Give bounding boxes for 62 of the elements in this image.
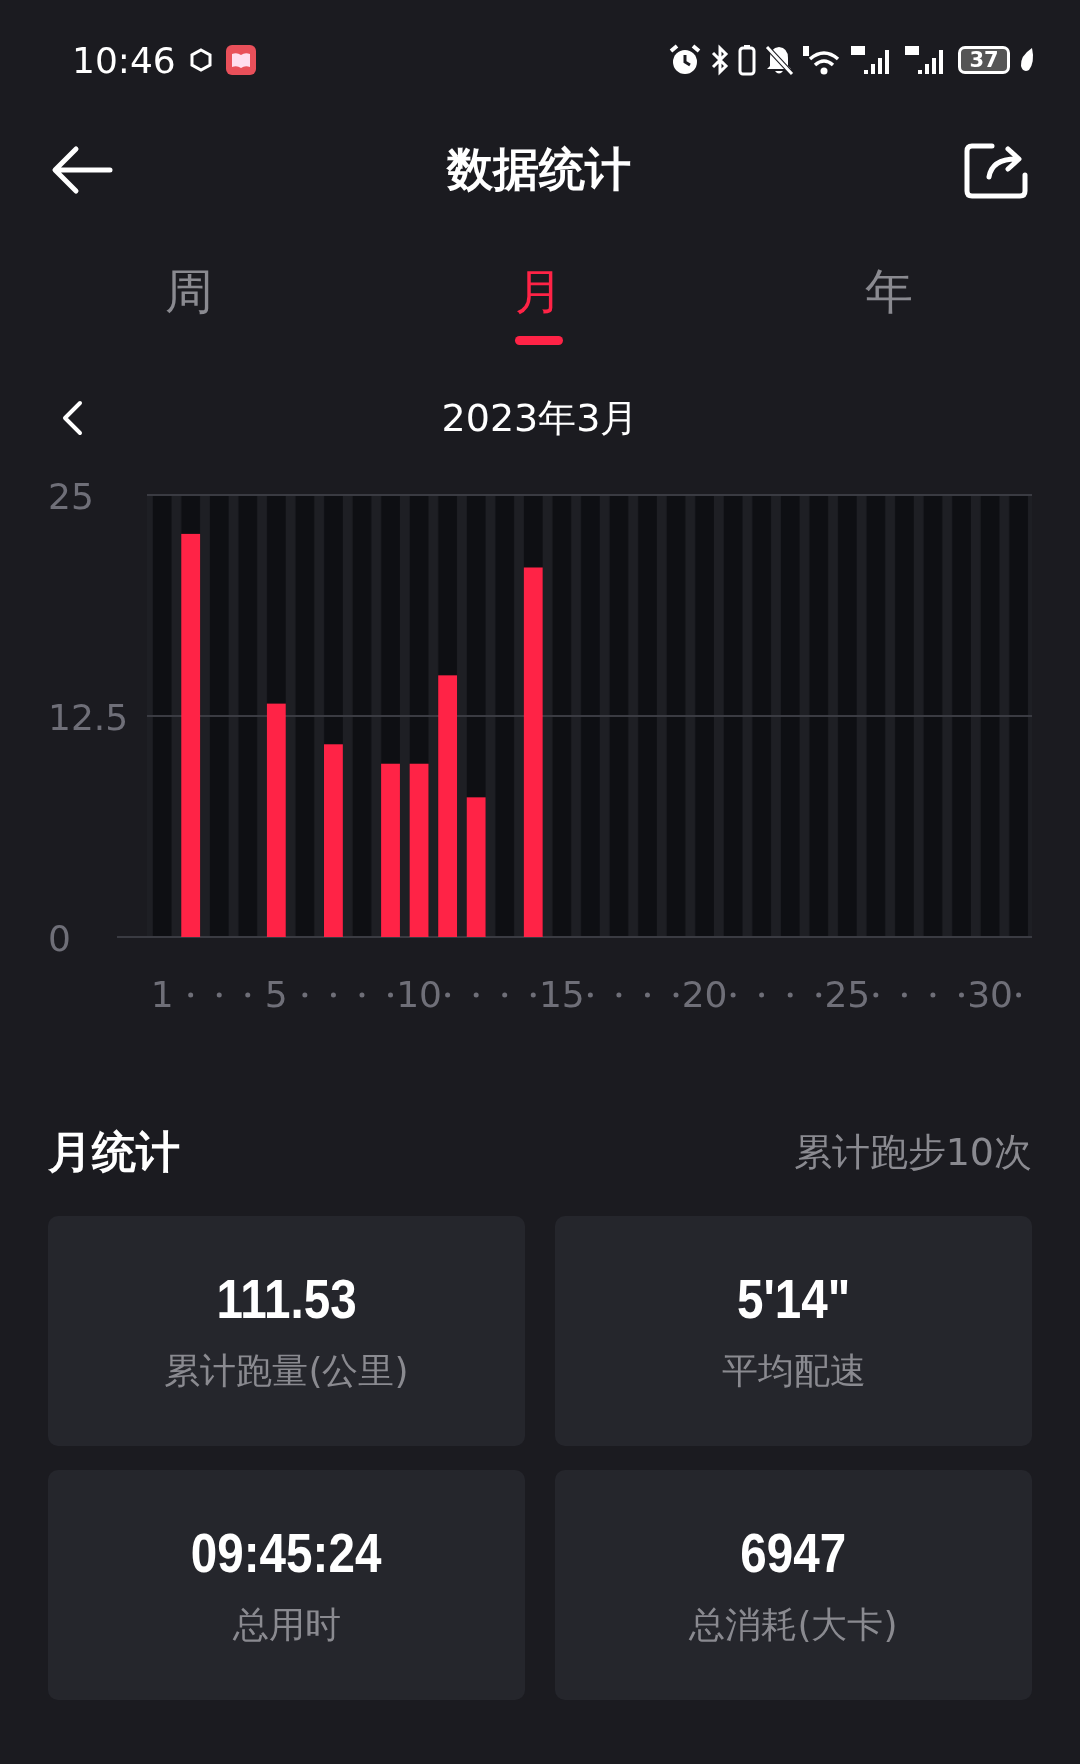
tick-dot bbox=[388, 992, 393, 998]
page-title: 数据统计 bbox=[447, 141, 631, 198]
tick-dot bbox=[445, 992, 451, 998]
wifi-icon bbox=[802, 44, 842, 76]
alarm-icon bbox=[668, 43, 702, 77]
stat-label: 总用时 bbox=[232, 1603, 341, 1647]
period-tab[interactable]: 周 bbox=[129, 260, 249, 349]
tick-dot bbox=[245, 992, 251, 998]
tick-dot bbox=[359, 992, 365, 998]
tick-dot bbox=[759, 992, 765, 998]
tick-dot bbox=[530, 992, 536, 998]
tick-dot bbox=[616, 992, 622, 998]
period-tab[interactable]: 月 bbox=[479, 260, 599, 349]
tick-dot bbox=[502, 992, 508, 998]
tick-dot bbox=[787, 992, 793, 998]
battery-level: 37 bbox=[958, 46, 1010, 74]
y-axis-label: 12.5 bbox=[48, 697, 129, 738]
period-label: 2023年3月 bbox=[441, 395, 639, 440]
tick-dot bbox=[330, 992, 336, 998]
share-icon[interactable] bbox=[964, 141, 1030, 199]
x-axis-label: 30 bbox=[967, 974, 1013, 1015]
x-axis-label: 15 bbox=[538, 974, 585, 1015]
tick-dot bbox=[216, 992, 222, 998]
period-tab[interactable]: 年 bbox=[829, 260, 949, 349]
tick-dot bbox=[302, 992, 308, 998]
x-axis-label: 25 bbox=[824, 974, 871, 1015]
previous-chevron-icon[interactable] bbox=[60, 400, 84, 436]
tick-dot bbox=[730, 992, 736, 998]
battery-saver-icon bbox=[738, 44, 756, 76]
tick-dot bbox=[644, 992, 650, 998]
tick-dot bbox=[959, 992, 964, 998]
x-axis-label: 5 bbox=[264, 974, 288, 1015]
x-axis-label: 20 bbox=[681, 974, 728, 1015]
stat-value: 111.53 bbox=[216, 1266, 357, 1331]
y-axis-label: 25 bbox=[48, 476, 94, 517]
tick-dot bbox=[587, 992, 593, 998]
book-icon bbox=[225, 45, 256, 75]
hexagon-icon bbox=[189, 48, 212, 72]
x-axis-label: 1 bbox=[150, 974, 174, 1015]
tick-dot bbox=[473, 992, 479, 998]
run-count: 累计跑步10次 bbox=[793, 1129, 1032, 1176]
tick-dot bbox=[873, 992, 879, 998]
tick-dot bbox=[816, 992, 822, 998]
stat-value: 09:45:24 bbox=[191, 1520, 382, 1585]
tick-dot bbox=[673, 992, 679, 998]
stat-label: 总消耗(大卡) bbox=[689, 1603, 898, 1647]
status-time: 10:46 bbox=[72, 39, 176, 81]
tick-dot bbox=[930, 992, 936, 998]
tick-dot bbox=[1016, 992, 1022, 998]
tick-dot bbox=[188, 992, 194, 998]
section-title: 月统计 bbox=[48, 1125, 180, 1179]
x-axis-label: 10 bbox=[396, 974, 442, 1015]
leaf-icon bbox=[1018, 46, 1036, 74]
stat-value: 6947 bbox=[740, 1520, 847, 1585]
bluetooth-icon bbox=[710, 44, 730, 76]
mute-icon bbox=[764, 44, 794, 76]
tick-dot bbox=[901, 992, 907, 998]
stat-label: 累计跑量(公里) bbox=[164, 1349, 409, 1393]
stat-value: 5'14" bbox=[736, 1266, 851, 1331]
y-axis-label: 0 bbox=[48, 918, 71, 959]
stat-label: 平均配速 bbox=[721, 1349, 866, 1393]
back-arrow-icon[interactable] bbox=[50, 145, 114, 195]
